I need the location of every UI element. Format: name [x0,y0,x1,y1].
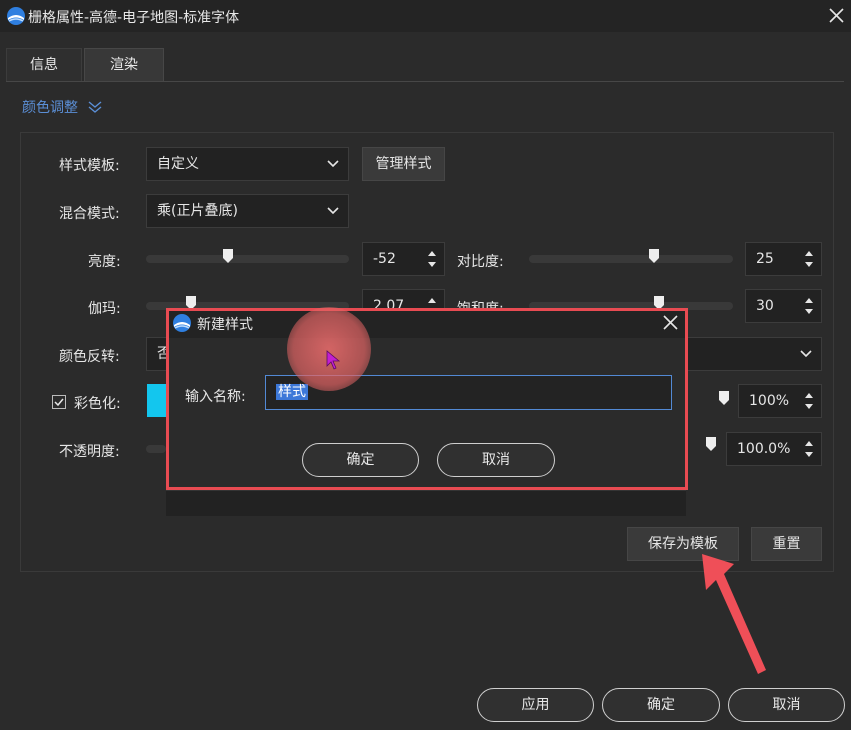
colorize-checkbox[interactable] [52,395,66,409]
contrast-slider[interactable] [529,255,733,263]
spin-arrows-icon[interactable] [804,249,814,269]
name-label: 输入名称: [185,389,246,405]
opacity-spinbox[interactable]: 100.0% [726,432,822,466]
contrast-spinbox[interactable]: 25 [745,242,822,276]
saturation-spinbox[interactable]: 30 [745,289,822,323]
brightness-label: 亮度: [88,254,121,270]
template-label: 样式模板: [59,158,120,174]
opacity-label: 不透明度: [59,444,120,460]
dialog-title-bar: 新建样式 [166,308,688,338]
annotation-arrow-icon [702,554,766,674]
dialog-ok-button[interactable]: 确定 [302,443,419,477]
tab-render[interactable]: 渲染 [84,48,164,82]
section-title: 颜色调整 [22,100,78,116]
colorize-value: 100% [749,393,790,409]
click-highlight [287,307,371,391]
template-select[interactable]: 自定义 [146,147,349,181]
blend-mode-value: 乘(正片叠底) [157,203,238,219]
new-style-dialog: 新建样式 输入名称: 样式 确定 取消 [166,308,688,490]
dialog-shadow [166,490,686,516]
blend-mode-select[interactable]: 乘(正片叠底) [146,194,349,228]
chevron-double-down-icon [88,101,102,113]
app-logo-icon [7,7,25,25]
app-logo-icon [173,314,191,332]
spin-arrows-icon[interactable] [804,296,814,316]
tab-divider [6,81,844,82]
brightness-slider[interactable] [146,255,349,263]
close-icon[interactable] [663,315,678,330]
opacity-value: 100.0% [737,441,791,457]
cancel-button[interactable]: 取消 [728,688,845,722]
mouse-cursor-icon [326,350,341,370]
window-title: 栅格属性-高德-电子地图-标准字体 [28,10,240,26]
apply-button[interactable]: 应用 [477,688,594,722]
chevron-down-icon [327,160,339,168]
brightness-slider-thumb[interactable] [223,249,233,263]
brightness-spinbox[interactable]: -52 [362,242,445,276]
blend-mode-label: 混合模式: [59,206,120,222]
tab-info[interactable]: 信息 [6,48,82,82]
name-input-value: 样式 [276,384,308,400]
spin-arrows-icon[interactable] [427,249,437,269]
contrast-label: 对比度: [457,254,504,270]
raster-properties-window: 栅格属性-高德-电子地图-标准字体 信息 渲染 颜色调整 样式模板: 自定义 管… [0,0,851,730]
section-color-adjust[interactable]: 颜色调整 [22,97,102,117]
chevron-down-icon [327,207,339,215]
close-icon[interactable] [829,8,844,23]
colorize-slider-thumb[interactable] [719,391,729,405]
opacity-slider[interactable] [146,445,166,453]
template-select-value: 自定义 [157,156,199,172]
gamma-label: 伽玛: [88,301,121,317]
contrast-slider-thumb[interactable] [649,249,659,263]
colorize-spinbox[interactable]: 100% [738,384,822,418]
title-bar: 栅格属性-高德-电子地图-标准字体 [0,0,851,32]
ok-button[interactable]: 确定 [602,688,720,722]
dialog-cancel-button[interactable]: 取消 [437,443,555,477]
colorize-label: 彩色化: [74,396,121,412]
checkmark-icon [54,398,64,407]
spin-arrows-icon[interactable] [804,439,814,459]
brightness-value: -52 [373,251,396,267]
opacity-slider-thumb[interactable] [706,437,716,451]
spin-arrows-icon[interactable] [804,391,814,411]
invert-label: 颜色反转: [59,349,120,365]
dialog-title: 新建样式 [197,317,253,333]
colorize-color-swatch[interactable] [147,384,167,417]
manage-styles-button[interactable]: 管理样式 [362,147,445,181]
chevron-down-icon [800,350,812,358]
saturation-value: 30 [756,298,774,314]
contrast-value: 25 [756,251,774,267]
